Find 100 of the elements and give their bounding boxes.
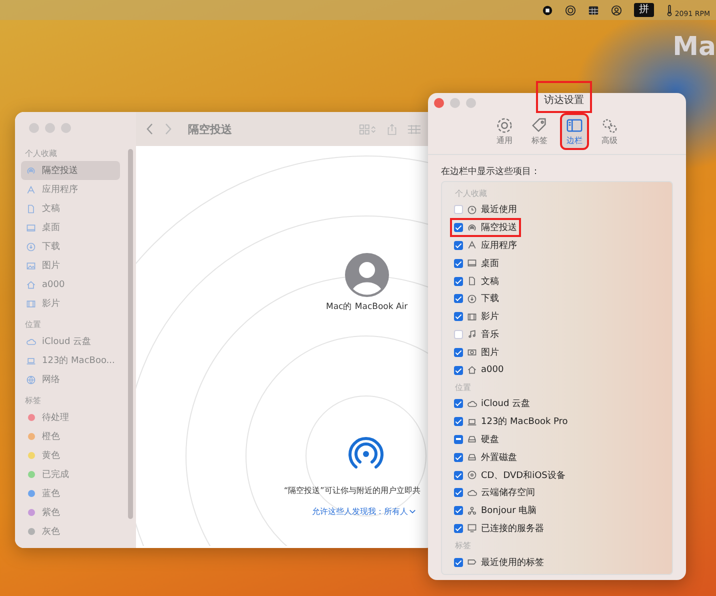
sidebar-item[interactable]: 灰色 — [21, 522, 120, 541]
close-button[interactable] — [434, 98, 444, 108]
sidebar-option[interactable]: 下载 — [452, 291, 501, 306]
device-name: Mac的 MacBook Air — [326, 301, 408, 313]
sidebar-option[interactable]: 桌面 — [452, 256, 501, 271]
sidebar-item[interactable]: 图片 — [21, 256, 120, 275]
checkbox[interactable] — [454, 399, 463, 408]
sidebar-item[interactable]: 应用程序 — [21, 180, 120, 199]
checkbox[interactable] — [454, 558, 463, 567]
sidebar-item[interactable]: iCloud 云盘 — [21, 332, 120, 351]
checkbox[interactable] — [454, 488, 463, 498]
sidebar-item[interactable]: 网络 — [21, 370, 120, 389]
desktop-text: Ma — [672, 32, 716, 62]
sidebar-option[interactable]: iCloud 云盘 — [452, 396, 532, 412]
checkbox[interactable] — [454, 524, 463, 533]
gears-icon — [601, 117, 618, 134]
doc-icon — [467, 276, 477, 286]
sidebar-item[interactable]: 待处理 — [21, 408, 120, 427]
settings-tab[interactable]: 高级 — [597, 115, 622, 148]
checkbox[interactable] — [454, 294, 463, 304]
checkbox[interactable] — [454, 366, 463, 375]
sidebar-option[interactable]: 云端储存空间 — [452, 485, 537, 500]
calendar-grid-icon[interactable] — [588, 4, 599, 16]
film-icon — [26, 298, 36, 308]
sidebar-section-heading: 个人收藏 — [25, 148, 58, 159]
sidebar-item[interactable]: 影片 — [21, 294, 120, 313]
display-icon — [467, 523, 477, 534]
settings-tab[interactable]: 边栏 — [562, 115, 587, 148]
checkbox[interactable] — [454, 452, 463, 462]
sidebar-item[interactable]: a000 — [21, 275, 120, 294]
sidebar-item[interactable]: 文稿 — [21, 199, 120, 218]
sidebar-option[interactable]: 隔空投送 — [452, 220, 519, 236]
airdrop-icon — [26, 166, 36, 176]
checkbox[interactable] — [454, 276, 463, 286]
checkbox[interactable] — [454, 223, 463, 232]
sidebar-item[interactable]: 已完成 — [21, 465, 120, 484]
sidebar-items-prompt: 在边栏中显示这些项目： — [441, 166, 541, 178]
sidebar-option[interactable]: 图片 — [452, 344, 501, 360]
chevron-down-icon[interactable] — [409, 509, 416, 514]
camera-icon — [467, 347, 477, 358]
list-section-heading: 标签 — [455, 540, 472, 552]
sidebar-option[interactable]: a000 — [452, 364, 506, 376]
sidebar-item[interactable]: 橙色 — [21, 427, 120, 446]
record-icon[interactable] — [542, 4, 553, 16]
avatar-icon[interactable] — [344, 253, 389, 297]
home-icon — [26, 280, 36, 290]
sidebar-option[interactable]: 应用程序 — [452, 238, 519, 253]
list-section-heading: 位置 — [455, 382, 472, 393]
sidebar-section-heading: 标签 — [25, 395, 42, 406]
sidebar-item[interactable]: 下载 — [21, 237, 120, 256]
checkbox[interactable] — [454, 205, 463, 214]
thermometer-icon[interactable] — [666, 4, 673, 16]
sidebar-option[interactable]: 外置磁盘 — [452, 450, 519, 465]
laptop-icon — [467, 416, 477, 427]
network-icon — [467, 506, 477, 516]
user-icon[interactable] — [610, 4, 622, 16]
checkbox[interactable] — [454, 240, 463, 250]
list-section-heading: 个人收藏 — [455, 188, 488, 199]
sidebar-icon — [566, 117, 583, 134]
sidebar-item[interactable]: 123的 MacBoo... — [21, 351, 120, 370]
sidebar-option[interactable]: 影片 — [452, 309, 501, 324]
sidebar-item[interactable]: 紫色 — [21, 503, 120, 522]
settings-tab[interactable]: 标签 — [527, 115, 552, 148]
app-icon — [467, 240, 477, 250]
sidebar-option[interactable]: Bonjour 电脑 — [452, 503, 539, 518]
download-icon — [467, 294, 477, 304]
sidebar-item[interactable]: 黄色 — [21, 446, 120, 465]
sidebar-section-heading: 位置 — [25, 319, 42, 330]
sidebar-item[interactable]: 桌面 — [21, 218, 120, 237]
sidebar-option[interactable]: 文稿 — [452, 274, 501, 289]
cloud-icon — [26, 336, 36, 346]
airdrop-icon — [467, 222, 477, 233]
tag-icon — [467, 557, 477, 568]
checkbox[interactable] — [454, 470, 463, 480]
checkbox[interactable] — [454, 258, 463, 268]
desktop-icon — [467, 258, 477, 268]
sidebar-option[interactable]: 硬盘 — [452, 432, 501, 447]
scrollbar[interactable] — [128, 149, 133, 519]
checkbox[interactable] — [454, 506, 463, 516]
sidebar-option[interactable]: CD、DVD和iOS设备 — [452, 468, 568, 483]
checkbox[interactable] — [454, 417, 463, 426]
sidebar-option[interactable]: 123的 MacBook Pro — [452, 414, 570, 430]
checkbox[interactable] — [454, 434, 463, 444]
settings-tab[interactable]: 通用 — [492, 115, 517, 148]
disc-icon — [467, 470, 477, 480]
sidebar-item[interactable]: 隔空投送 — [21, 161, 120, 180]
music-icon — [467, 329, 477, 340]
sidebar-option[interactable]: 最近使用的标签 — [452, 554, 546, 570]
checkbox[interactable] — [454, 348, 463, 357]
sidebar-item[interactable]: 蓝色 — [21, 484, 120, 503]
checkbox[interactable] — [454, 312, 463, 322]
airdrop-description: “隔空投送”可让你与附近的用户立即共 — [284, 485, 420, 496]
sidebar-option[interactable]: 已连接的服务器 — [452, 520, 546, 536]
discoverability-link[interactable]: 允许这些人发现我：所有人 — [312, 506, 408, 517]
sidebar-option[interactable]: 音乐 — [452, 326, 501, 342]
photo-icon — [26, 260, 36, 270]
input-method-indicator[interactable]: 拼 — [634, 3, 654, 17]
download-icon — [26, 242, 36, 252]
sidebar-option[interactable]: 最近使用 — [452, 202, 519, 218]
checkbox[interactable] — [454, 330, 463, 339]
